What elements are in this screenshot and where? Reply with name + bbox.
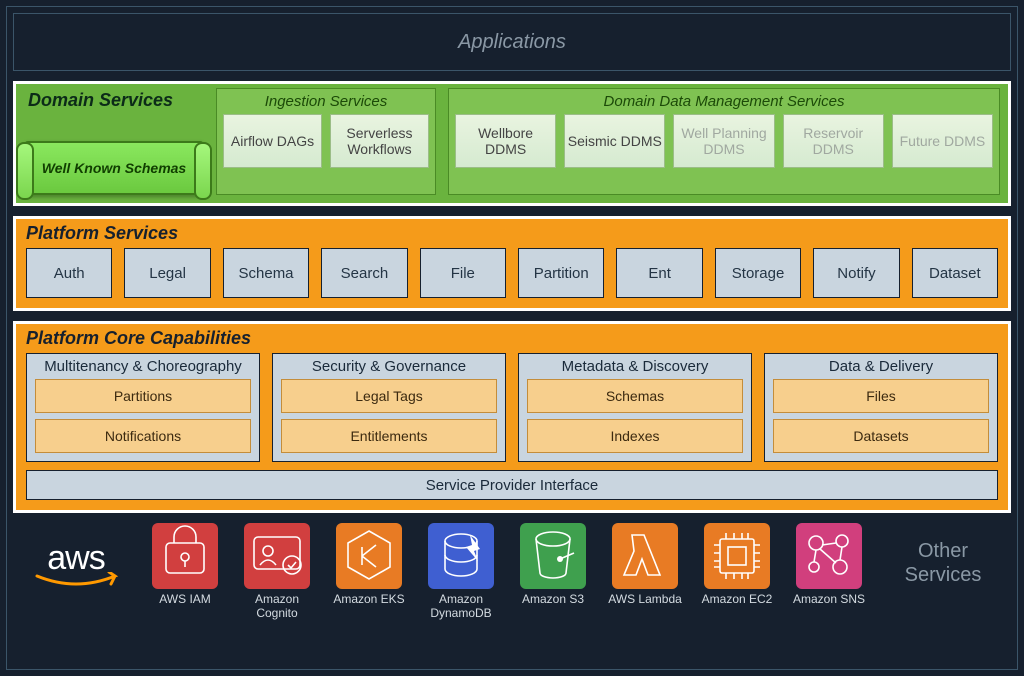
ddms-panel: Domain Data Management Services Wellbore…: [448, 88, 1000, 195]
aws-service-label: AWS Lambda: [608, 589, 682, 607]
platform-service-box: Legal: [124, 248, 210, 298]
capability-title: Metadata & Discovery: [527, 358, 743, 379]
capability-item: Notifications: [35, 419, 251, 453]
aws-service-label: Amazon EKS: [333, 589, 404, 607]
aws-service-icon: [612, 523, 678, 589]
platform-service-box: File: [420, 248, 506, 298]
aws-service: AWS IAM: [145, 523, 225, 621]
capability-column: Multitenancy & ChoreographyPartitions Not…: [26, 353, 260, 462]
capability-item: Files: [773, 379, 989, 413]
platform-service-box: Dataset: [912, 248, 998, 298]
aws-service-icon: [704, 523, 770, 589]
ddms-item: Seismic DDMS: [564, 114, 665, 168]
capability-title: Security & Governance: [281, 358, 497, 379]
aws-service: Amazon DynamoDB: [421, 523, 501, 621]
capability-title: Data & Delivery: [773, 358, 989, 379]
ddms-item: Reservoir DDMS: [783, 114, 884, 168]
aws-service-icon: [796, 523, 862, 589]
applications-label: Applications: [458, 31, 566, 54]
platform-service-box: Auth: [26, 248, 112, 298]
diagram-container: Applications Domain Services Well Known …: [6, 6, 1018, 670]
aws-service: Amazon EC2: [697, 523, 777, 621]
core-capabilities-section: Platform Core Capabilities Multitenancy …: [13, 321, 1011, 513]
aws-service-label: AWS IAM: [159, 589, 211, 607]
aws-service-icon: [336, 523, 402, 589]
spi-label: Service Provider Interface: [426, 477, 599, 494]
well-known-schemas: Well Known Schemas: [24, 141, 204, 195]
domain-services-section: Domain Services Well Known Schemas Inges…: [13, 81, 1011, 206]
capability-item: Legal Tags: [281, 379, 497, 413]
platform-service-box: Ent: [616, 248, 702, 298]
capability-column: Metadata & DiscoverySchemas Indexes: [518, 353, 752, 462]
ddms-item: Future DDMS: [892, 114, 993, 168]
ddms-item: Wellbore DDMS: [455, 114, 556, 168]
capability-item: Entitlements: [281, 419, 497, 453]
capability-item: Schemas: [527, 379, 743, 413]
wks-label: Well Known Schemas: [42, 160, 186, 176]
platform-service-box: Notify: [813, 248, 899, 298]
aws-service-label: Amazon DynamoDB: [421, 589, 501, 621]
aws-service: Amazon EKS: [329, 523, 409, 621]
platform-service-box: Partition: [518, 248, 604, 298]
capability-item: Datasets: [773, 419, 989, 453]
ddms-item: Well Planning DDMS: [673, 114, 774, 168]
aws-services-row: aws AWS IAM Amazon Cognito Amazon EKS Amazo…: [13, 523, 1011, 621]
aws-service-icon: [428, 523, 494, 589]
aws-logo: aws: [21, 523, 131, 596]
other-services-label: Other Services: [883, 523, 1003, 587]
aws-service-label: Amazon SNS: [793, 589, 865, 607]
ddms-title: Domain Data Management Services: [455, 91, 993, 114]
platform-services-section: Platform Services AuthLegal SchemaSearch F…: [13, 216, 1011, 311]
capability-item: Indexes: [527, 419, 743, 453]
aws-service-icon: [244, 523, 310, 589]
capability-column: Security & GovernanceLegal Tags Entitleme…: [272, 353, 506, 462]
spi-bar: Service Provider Interface: [26, 470, 998, 500]
ingestion-item: Serverless Workflows: [330, 114, 429, 168]
aws-service-label: Amazon S3: [522, 589, 584, 607]
aws-service: AWS Lambda: [605, 523, 685, 621]
aws-service: Amazon S3: [513, 523, 593, 621]
core-title: Platform Core Capabilities: [26, 328, 998, 353]
platform-service-box: Schema: [223, 248, 309, 298]
capability-title: Multitenancy & Choreography: [35, 358, 251, 379]
ingestion-title: Ingestion Services: [223, 91, 429, 114]
applications-band: Applications: [13, 13, 1011, 71]
platform-service-box: Search: [321, 248, 407, 298]
ingestion-panel: Ingestion Services Airflow DAGs Serverle…: [216, 88, 436, 195]
domain-left: Domain Services Well Known Schemas: [24, 88, 204, 195]
ingestion-item: Airflow DAGs: [223, 114, 322, 168]
platform-service-box: Storage: [715, 248, 801, 298]
platform-services-title: Platform Services: [26, 223, 998, 248]
domain-title: Domain Services: [24, 88, 204, 113]
capability-item: Partitions: [35, 379, 251, 413]
aws-service-label: Amazon EC2: [702, 589, 773, 607]
aws-service-label: Amazon Cognito: [237, 589, 317, 621]
aws-service: Amazon Cognito: [237, 523, 317, 621]
aws-service-icon: [152, 523, 218, 589]
other-services-text: Other Services: [905, 540, 982, 586]
capability-column: Data & DeliveryFiles Datasets: [764, 353, 998, 462]
aws-service: Amazon SNS: [789, 523, 869, 621]
aws-service-icon: [520, 523, 586, 589]
